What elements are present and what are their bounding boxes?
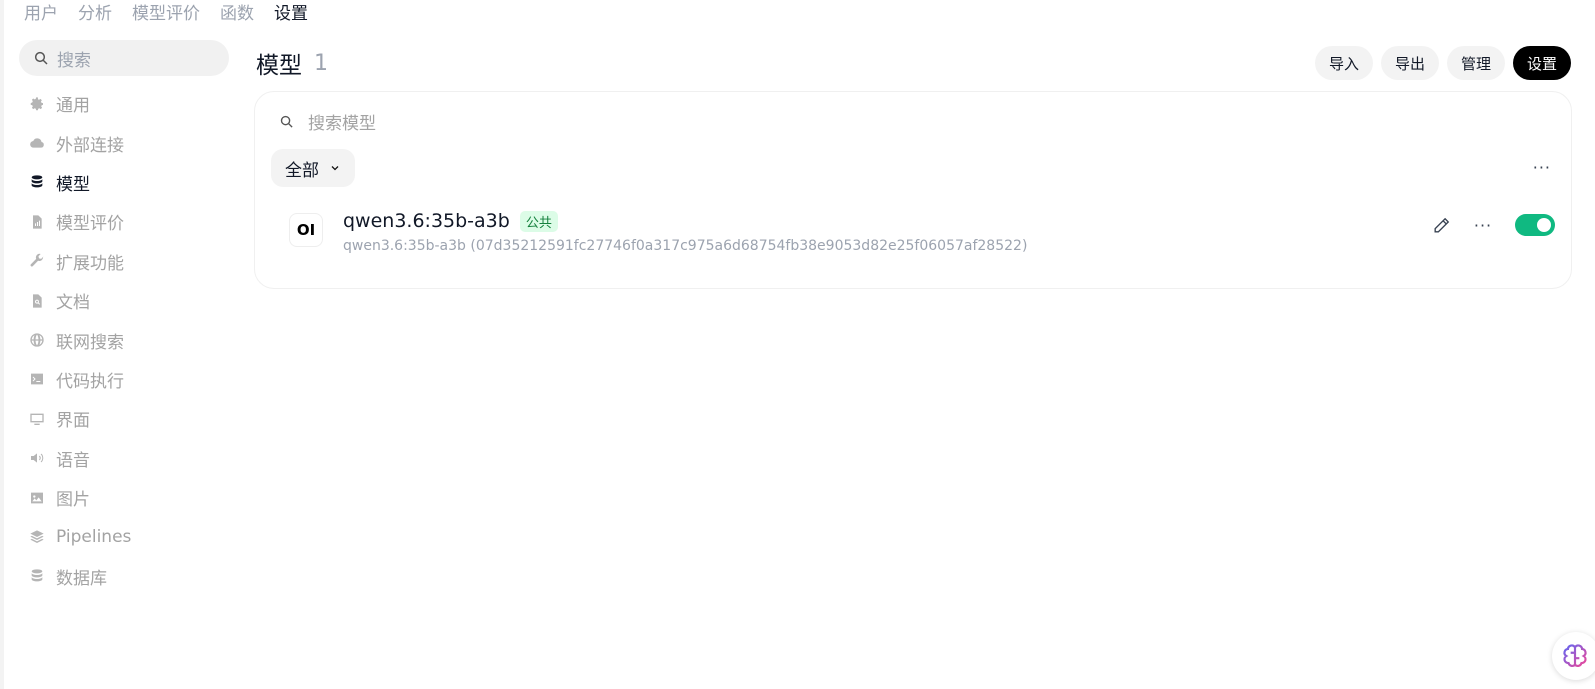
model-count: 1: [314, 50, 328, 76]
nav-functions[interactable]: 函数: [220, 2, 254, 26]
sidebar-item-label: 模型: [56, 174, 90, 195]
document-search-icon: [28, 292, 45, 309]
public-badge: 公共: [519, 210, 558, 232]
nav-settings[interactable]: 设置: [274, 2, 308, 26]
layers-icon: [28, 528, 45, 545]
nav-evaluations[interactable]: 模型评价: [132, 2, 200, 26]
sidebar-item-label: 联网搜索: [56, 332, 124, 353]
monitor-icon: [28, 410, 45, 427]
settings-sidebar: 搜索 通用 外部连接 模型 模型评价 扩展功能 文档 联网搜索 代码执行 界面 …: [19, 40, 229, 596]
sidebar-item-label: 图片: [56, 490, 90, 511]
chart-document-icon: [28, 213, 45, 230]
sidebar-item-database[interactable]: 数据库: [19, 557, 229, 596]
model-search-placeholder: 搜索模型: [308, 113, 376, 134]
manage-button[interactable]: 管理: [1446, 46, 1505, 80]
sidebar-item-extensions[interactable]: 扩展功能: [19, 242, 229, 281]
nav-analytics[interactable]: 分析: [78, 2, 112, 26]
model-row[interactable]: OI qwen3.6:35b-a3b 公共 qwen3.6:35b-a3b (0…: [289, 210, 1555, 268]
sidebar-list: 通用 外部连接 模型 模型评价 扩展功能 文档 联网搜索 代码执行 界面 语音 …: [19, 84, 229, 596]
sidebar-item-code-execution[interactable]: 代码执行: [19, 360, 229, 399]
models-card: 搜索模型 全部 ··· OI qwen3.6:35b-a3b 公共 qwen3.…: [254, 91, 1572, 289]
window-edge: [0, 0, 4, 689]
more-options-icon[interactable]: ···: [1533, 158, 1551, 177]
globe-icon: [28, 332, 45, 349]
sidebar-item-web-search[interactable]: 联网搜索: [19, 320, 229, 359]
sidebar-item-label: 语音: [56, 450, 90, 471]
sidebar-item-evaluations[interactable]: 模型评价: [19, 202, 229, 241]
database-icon: [28, 174, 45, 191]
nav-users[interactable]: 用户: [24, 2, 58, 26]
sidebar-item-general[interactable]: 通用: [19, 84, 229, 123]
sidebar-search-placeholder: 搜索: [57, 50, 91, 71]
model-logo: OI: [289, 213, 323, 247]
sidebar-item-label: Pipelines: [56, 526, 132, 547]
top-nav: 用户 分析 模型评价 函数 设置: [24, 2, 308, 26]
sidebar-item-label: 外部连接: [56, 135, 124, 156]
edit-icon[interactable]: [1431, 215, 1451, 235]
header-actions: 导入 导出 管理 设置: [1314, 46, 1571, 80]
sidebar-item-label: 界面: [56, 411, 90, 432]
toggle-knob: [1537, 218, 1551, 232]
search-icon: [34, 51, 48, 65]
model-enabled-toggle[interactable]: [1515, 214, 1555, 236]
search-icon: [280, 115, 293, 128]
sidebar-item-connections[interactable]: 外部连接: [19, 123, 229, 162]
terminal-icon: [28, 371, 45, 388]
sidebar-item-label: 模型评价: [56, 214, 124, 235]
sidebar-item-documents[interactable]: 文档: [19, 281, 229, 320]
sidebar-item-interface[interactable]: 界面: [19, 399, 229, 438]
sidebar-search-input[interactable]: 搜索: [19, 40, 229, 76]
speaker-icon: [28, 450, 45, 467]
settings-button[interactable]: 设置: [1512, 46, 1571, 80]
export-button[interactable]: 导出: [1380, 46, 1439, 80]
models-header: 模型 1 导入 导出 管理 设置: [256, 44, 1571, 82]
sidebar-item-label: 数据库: [56, 568, 107, 589]
sidebar-item-models[interactable]: 模型: [19, 163, 229, 202]
wrench-icon: [28, 253, 45, 270]
sidebar-item-images[interactable]: 图片: [19, 478, 229, 517]
sidebar-item-pipelines[interactable]: Pipelines: [19, 517, 229, 556]
import-button[interactable]: 导入: [1314, 46, 1373, 80]
gear-icon: [28, 95, 45, 112]
sidebar-item-label: 文档: [56, 293, 90, 314]
page-title: 模型: [256, 53, 302, 79]
model-row-actions: ···: [1431, 214, 1555, 236]
filter-dropdown[interactable]: 全部: [271, 149, 355, 187]
sidebar-item-label: 代码执行: [56, 371, 124, 392]
cloud-icon: [28, 135, 45, 152]
model-search-input[interactable]: 搜索模型: [279, 106, 376, 136]
sidebar-item-label: 通用: [56, 96, 90, 117]
sidebar-item-audio[interactable]: 语音: [19, 439, 229, 478]
model-name: qwen3.6:35b-a3b: [343, 210, 510, 232]
floating-assistant-button[interactable]: [1552, 632, 1595, 680]
chevron-down-icon: [331, 166, 339, 171]
brain-icon: [1563, 644, 1587, 667]
model-title: qwen3.6:35b-a3b 公共: [343, 210, 558, 232]
image-icon: [28, 489, 45, 506]
sidebar-item-label: 扩展功能: [56, 253, 124, 274]
model-id: qwen3.6:35b-a3b (07d35212591fc27746f0a31…: [343, 238, 1028, 254]
filter-label: 全部: [285, 160, 319, 181]
database-icon: [28, 568, 45, 585]
model-more-icon[interactable]: ···: [1473, 215, 1493, 235]
